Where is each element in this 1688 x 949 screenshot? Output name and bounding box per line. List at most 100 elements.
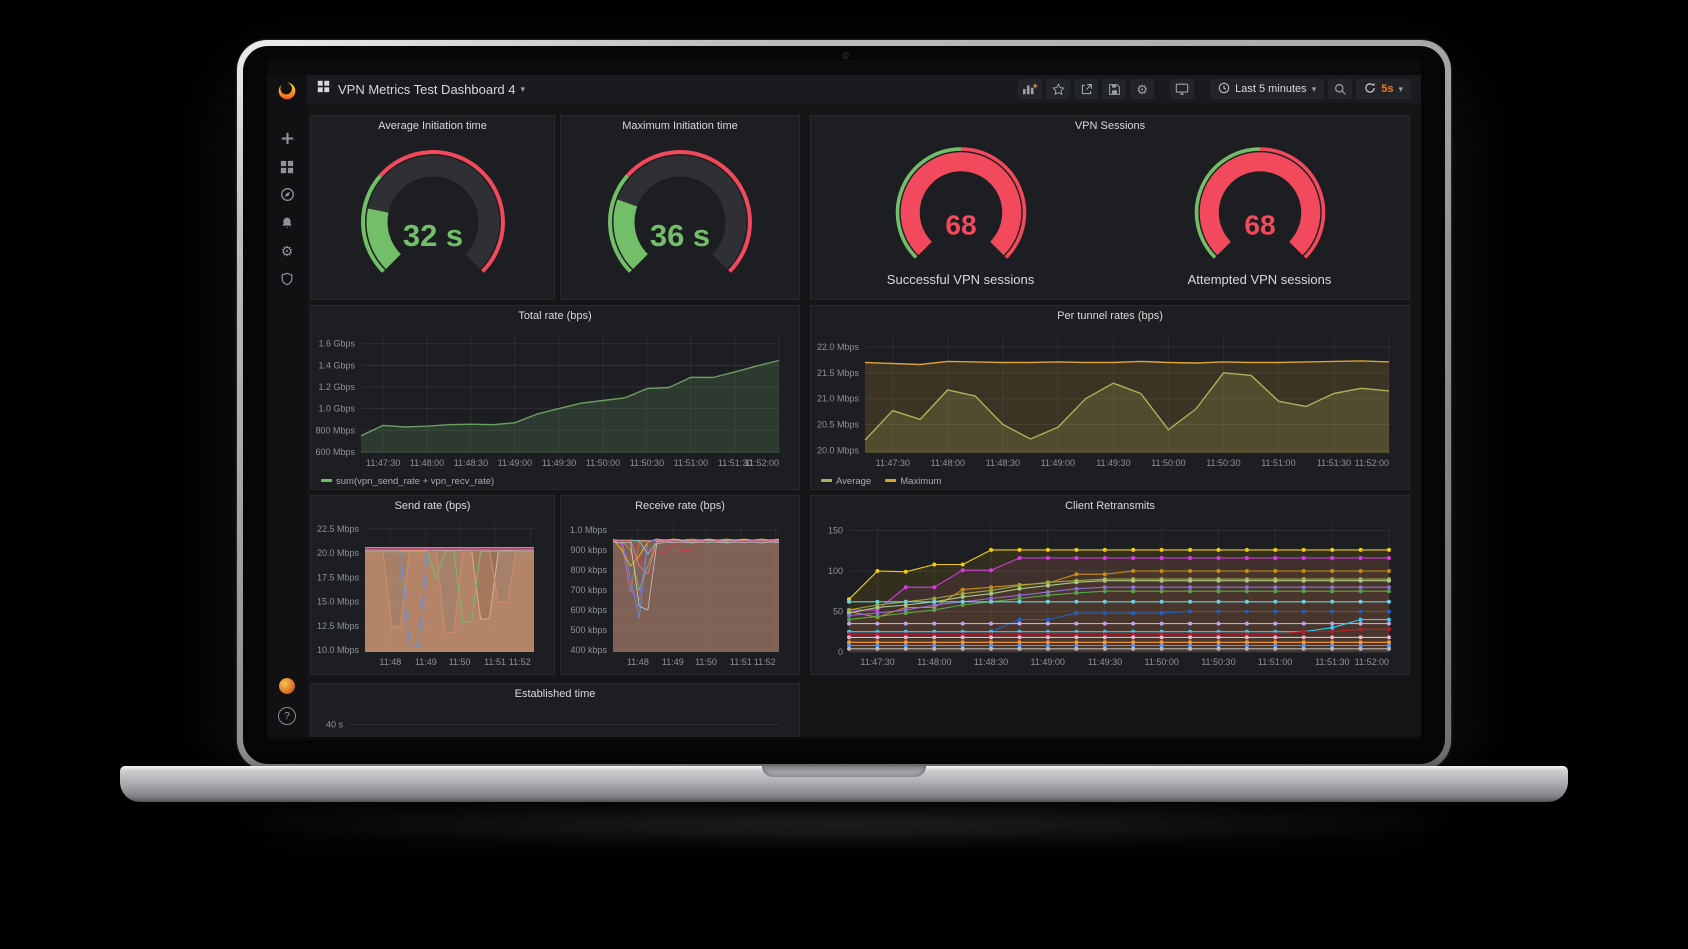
laptop-bezel: ⚙ ? VPN Metrics T: [243, 46, 1445, 764]
chart-legend[interactable]: sum(vpn_send_rate + vpn_recv_rate): [321, 474, 494, 488]
server-admin-shield-icon[interactable]: [279, 270, 296, 287]
svg-text:11:47:30: 11:47:30: [860, 657, 894, 667]
help-icon[interactable]: ?: [278, 707, 296, 725]
svg-text:500 kbps: 500 kbps: [570, 625, 607, 635]
svg-text:11:50: 11:50: [695, 657, 717, 667]
save-button[interactable]: [1102, 79, 1126, 99]
svg-text:11:49: 11:49: [415, 657, 437, 667]
svg-text:11:51:00: 11:51:00: [1258, 657, 1292, 667]
configuration-gear-icon[interactable]: ⚙: [279, 242, 296, 259]
svg-text:11:50:30: 11:50:30: [630, 458, 664, 468]
panel-title[interactable]: Receive rate (bps): [561, 496, 799, 516]
svg-text:11:49:00: 11:49:00: [1041, 458, 1075, 468]
navbar: VPN Metrics Test Dashboard 4 ▾: [307, 75, 1421, 103]
svg-text:11:51: 11:51: [730, 657, 752, 667]
dashboard-grid-icon[interactable]: [317, 80, 330, 98]
svg-text:11:50: 11:50: [449, 657, 471, 667]
panel-title[interactable]: Total rate (bps): [311, 306, 799, 326]
time-range-picker[interactable]: Last 5 minutes ▾: [1210, 79, 1324, 99]
chart-established-time[interactable]: 40 s: [315, 704, 795, 737]
gauge-maximum-initiation[interactable]: 36 s: [577, 142, 783, 292]
add-panel-button[interactable]: [1018, 79, 1042, 99]
svg-text:11:51:00: 11:51:00: [1261, 458, 1295, 468]
chart-legend[interactable]: Average Maximum: [821, 474, 941, 488]
svg-text:50: 50: [833, 607, 843, 617]
panel-title[interactable]: VPN Sessions: [811, 116, 1409, 136]
panel-title[interactable]: Client Retransmits: [811, 496, 1409, 516]
svg-text:22.5 Mbps: 22.5 Mbps: [317, 524, 360, 534]
user-avatar[interactable]: [279, 678, 295, 694]
svg-text:21.5 Mbps: 21.5 Mbps: [817, 368, 860, 378]
star-button[interactable]: [1046, 79, 1070, 99]
dashboard-settings-button[interactable]: ⚙: [1130, 79, 1154, 99]
zoom-out-button[interactable]: [1328, 79, 1352, 99]
svg-text:100: 100: [828, 566, 843, 576]
dashboards-icon[interactable]: [279, 158, 296, 175]
panel-title[interactable]: Send rate (bps): [311, 496, 554, 516]
svg-text:600 Mbps: 600 Mbps: [315, 447, 355, 457]
gauge-successful-sessions[interactable]: 68: [868, 140, 1054, 276]
panel-title[interactable]: Established time: [311, 684, 799, 704]
svg-text:1.2 Gbps: 1.2 Gbps: [318, 382, 355, 392]
svg-text:11:49:30: 11:49:30: [1096, 458, 1130, 468]
svg-text:12.5 Mbps: 12.5 Mbps: [317, 621, 360, 631]
svg-text:11:52:00: 11:52:00: [1355, 458, 1389, 468]
svg-text:68: 68: [1244, 209, 1275, 240]
panel-per-tunnel-rates: Per tunnel rates (bps) 22.0 Mbps21.5 Mbp…: [810, 305, 1410, 490]
chart-client-retransmits[interactable]: 15010050011:47:3011:48:0011:48:3011:49:0…: [815, 516, 1405, 672]
chart-receive-rate[interactable]: 1.0 Mbps900 kbps800 kbps700 kbps600 kbps…: [565, 516, 795, 672]
svg-text:1.0 Gbps: 1.0 Gbps: [318, 404, 355, 414]
svg-text:11:48:00: 11:48:00: [917, 657, 951, 667]
svg-text:11:49:00: 11:49:00: [1031, 657, 1065, 667]
chart-total-rate[interactable]: 1.6 Gbps1.4 Gbps1.2 Gbps1.0 Gbps800 Mbps…: [315, 326, 795, 473]
laptop-mockup: ⚙ ? VPN Metrics T: [0, 0, 1688, 949]
create-plus-icon[interactable]: [279, 130, 296, 147]
legend-item[interactable]: Average: [821, 476, 871, 487]
explore-compass-icon[interactable]: [279, 186, 296, 203]
tv-kiosk-button[interactable]: [1170, 79, 1194, 99]
gauge-group-attempted: 68 Attempted VPN sessions: [1167, 136, 1353, 287]
gauge-average-initiation[interactable]: 32 s: [330, 142, 536, 292]
clock-icon: [1218, 82, 1230, 97]
svg-text:11:49:30: 11:49:30: [1088, 657, 1122, 667]
svg-text:10.0 Mbps: 10.0 Mbps: [317, 645, 360, 655]
svg-text:11:52: 11:52: [509, 657, 531, 667]
svg-text:11:47:30: 11:47:30: [876, 458, 910, 468]
dashboard-title[interactable]: VPN Metrics Test Dashboard 4: [338, 82, 516, 97]
laptop-screen: ⚙ ? VPN Metrics T: [267, 60, 1421, 740]
svg-text:1.0 Mbps: 1.0 Mbps: [570, 525, 608, 535]
legend-item[interactable]: Maximum: [885, 476, 941, 487]
svg-text:11:51:00: 11:51:00: [674, 458, 708, 468]
laptop-notch: [762, 766, 926, 777]
svg-text:11:48:30: 11:48:30: [974, 657, 1008, 667]
time-range-caret-icon: ▾: [1312, 84, 1317, 95]
share-button[interactable]: [1074, 79, 1098, 99]
title-caret-icon[interactable]: ▾: [521, 84, 526, 95]
refresh-picker[interactable]: 5s ▾: [1356, 79, 1411, 99]
grafana-logo-icon[interactable]: [277, 81, 297, 106]
svg-text:11:52:00: 11:52:00: [1355, 657, 1389, 667]
chart-send-rate[interactable]: 22.5 Mbps20.0 Mbps17.5 Mbps15.0 Mbps12.5…: [315, 516, 550, 672]
panel-title[interactable]: Maximum Initiation time: [561, 116, 799, 136]
panel-client-retransmits: Client Retransmits 15010050011:47:3011:4…: [810, 495, 1410, 675]
svg-text:17.5 Mbps: 17.5 Mbps: [317, 572, 360, 582]
panel-title[interactable]: Average Initiation time: [311, 116, 554, 136]
svg-text:11:52:00: 11:52:00: [745, 458, 779, 468]
svg-text:11:51: 11:51: [484, 657, 506, 667]
chart-per-tunnel-rates[interactable]: 22.0 Mbps21.5 Mbps21.0 Mbps20.5 Mbps20.0…: [815, 326, 1405, 473]
panel-title[interactable]: Per tunnel rates (bps): [811, 306, 1409, 326]
svg-text:600 kbps: 600 kbps: [570, 605, 607, 615]
legend-item[interactable]: sum(vpn_send_rate + vpn_recv_rate): [321, 476, 494, 487]
gauge-label: Successful VPN sessions: [887, 272, 1034, 287]
svg-text:11:48:30: 11:48:30: [986, 458, 1020, 468]
svg-text:11:48:30: 11:48:30: [454, 458, 488, 468]
svg-text:11:47:30: 11:47:30: [366, 458, 400, 468]
gauge-attempted-sessions[interactable]: 68: [1167, 140, 1353, 276]
svg-text:11:50:00: 11:50:00: [1145, 657, 1179, 667]
laptop-base: [120, 766, 1568, 802]
svg-text:68: 68: [945, 209, 976, 240]
svg-text:11:50:30: 11:50:30: [1206, 458, 1240, 468]
svg-text:1.6 Gbps: 1.6 Gbps: [318, 339, 355, 349]
svg-text:800 Mbps: 800 Mbps: [315, 425, 355, 435]
alerting-bell-icon[interactable]: [279, 214, 296, 231]
